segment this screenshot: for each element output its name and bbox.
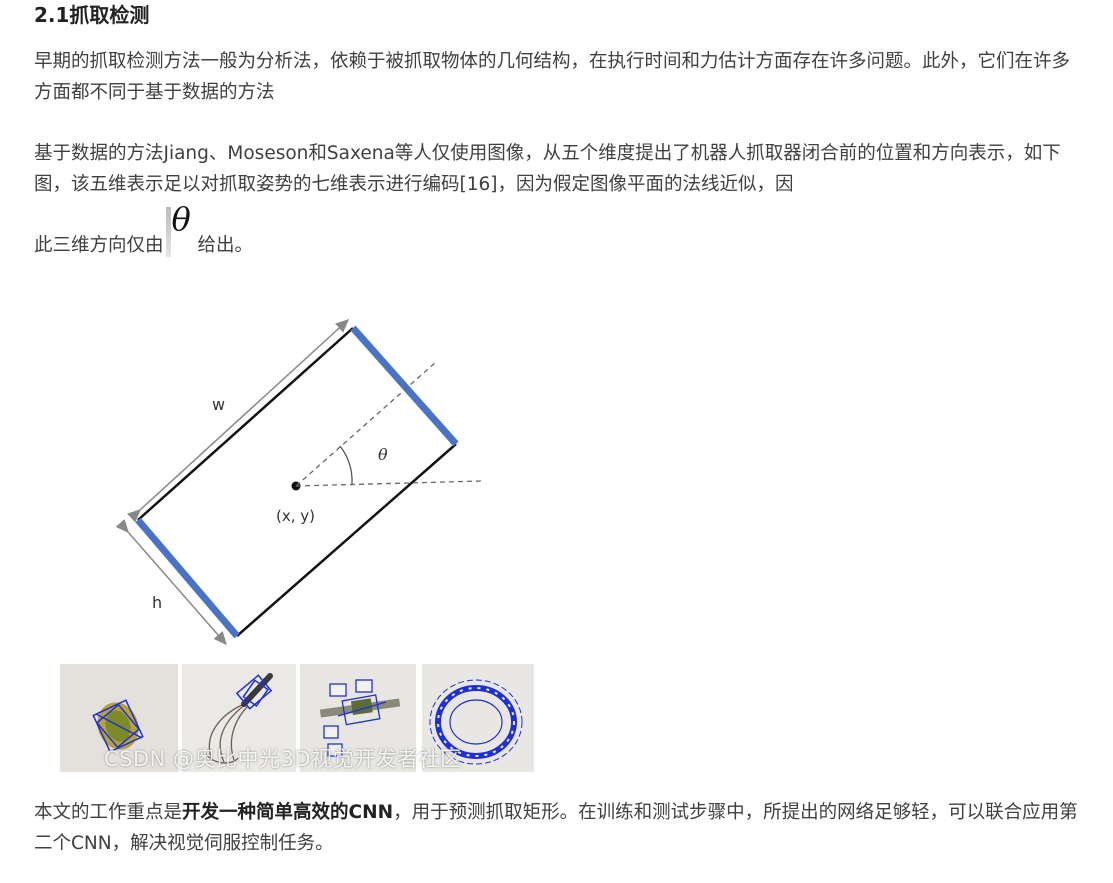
rect-bottom-side bbox=[236, 443, 457, 637]
paragraph-work-focus: 本文的工作重点是开发一种简单高效的CNN，用于预测抓取矩形。在训练和测试步骤中，… bbox=[34, 797, 1084, 859]
csdn-watermark: CSDN @奥比中光3D视觉开发者社区 bbox=[104, 747, 462, 771]
label-w: w bbox=[212, 395, 225, 414]
paragraph-theta-after: 给出。 bbox=[197, 235, 254, 256]
theta-symbol: θ bbox=[171, 200, 191, 238]
label-h: h bbox=[152, 593, 162, 612]
gripper-edge-right bbox=[350, 325, 459, 447]
theta-arc bbox=[339, 445, 353, 485]
paragraph-work-focus-before: 本文的工作重点是 bbox=[34, 802, 183, 823]
paragraph-data-methods: 基于数据的方法Jiang、Moseson和Saxena等人仅使用图像，从五个维度… bbox=[34, 143, 1061, 195]
paragraph-theta-before: 此三维方向仅由 bbox=[34, 235, 164, 256]
h-arrow bbox=[115, 519, 227, 646]
gripper-edge-left bbox=[135, 517, 240, 639]
grasp-rectangle-diagram: w h θ (x, y) bbox=[115, 318, 483, 646]
section-heading: 2.1抓取检测 bbox=[34, 3, 150, 27]
paragraph-analytic-methods: 早期的抓取检测方法一般为分析法，依赖于被抓取物体的几何结构，在执行时间和力估计方… bbox=[34, 51, 1071, 103]
w-arrow bbox=[127, 318, 350, 523]
paragraph-theta: 此三维方向仅由 θ 给出。 bbox=[34, 200, 1084, 275]
horizontal-dashed-line bbox=[295, 480, 483, 487]
rect-top-side bbox=[137, 327, 354, 521]
label-theta: θ bbox=[378, 445, 388, 464]
orientation-dashed-line bbox=[295, 361, 437, 487]
theta-formula-image: θ bbox=[165, 200, 196, 257]
label-center: (x, y) bbox=[276, 507, 315, 525]
paragraph-work-focus-bold: 开发一种简单高效的CNN bbox=[182, 802, 394, 823]
